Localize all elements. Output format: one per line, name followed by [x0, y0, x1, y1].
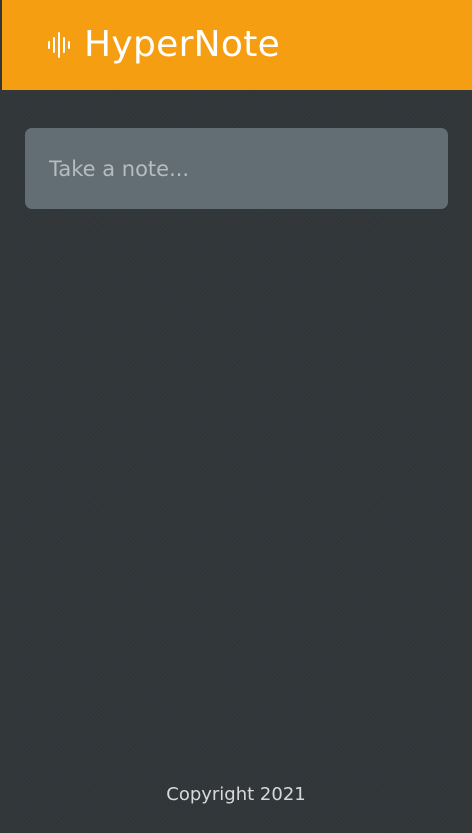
copyright-text: Copyright 2021	[166, 784, 306, 805]
take-note-input[interactable]	[25, 128, 448, 209]
audio-waveform-icon	[46, 32, 72, 58]
app-title: HyperNote	[84, 24, 281, 65]
app-header: HyperNote	[2, 0, 472, 90]
